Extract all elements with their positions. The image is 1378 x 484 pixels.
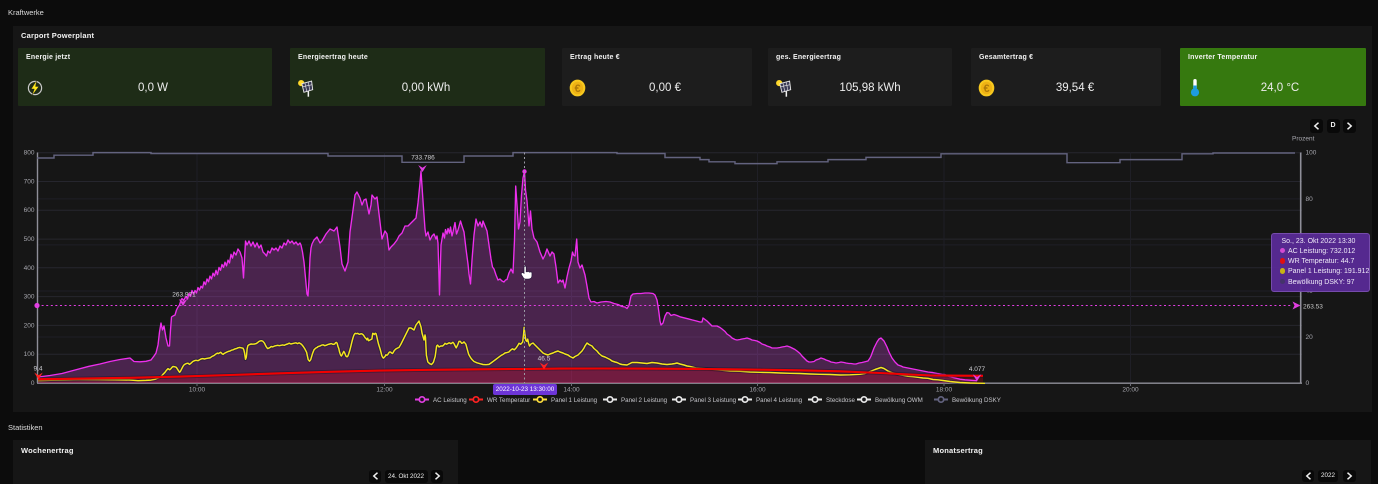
svg-text:Panel 1 Leistung: Panel 1 Leistung — [551, 397, 598, 404]
svg-text:AC Leistung: AC Leistung — [433, 397, 467, 404]
svg-text:Steckdose: Steckdose — [826, 397, 855, 404]
svg-text:WR Temperatur: WR Temperatur — [487, 397, 530, 404]
svg-text:Bewölkung DSKY: Bewölkung DSKY — [952, 397, 1001, 404]
svg-text:Panel 2 Leistung: Panel 2 Leistung — [621, 397, 668, 404]
svg-text:Panel 3 Leistung: Panel 3 Leistung — [690, 397, 737, 404]
svg-text:Bewölkung OWM: Bewölkung OWM — [875, 397, 923, 404]
svg-text:Panel 4 Leistung: Panel 4 Leistung — [756, 397, 803, 404]
